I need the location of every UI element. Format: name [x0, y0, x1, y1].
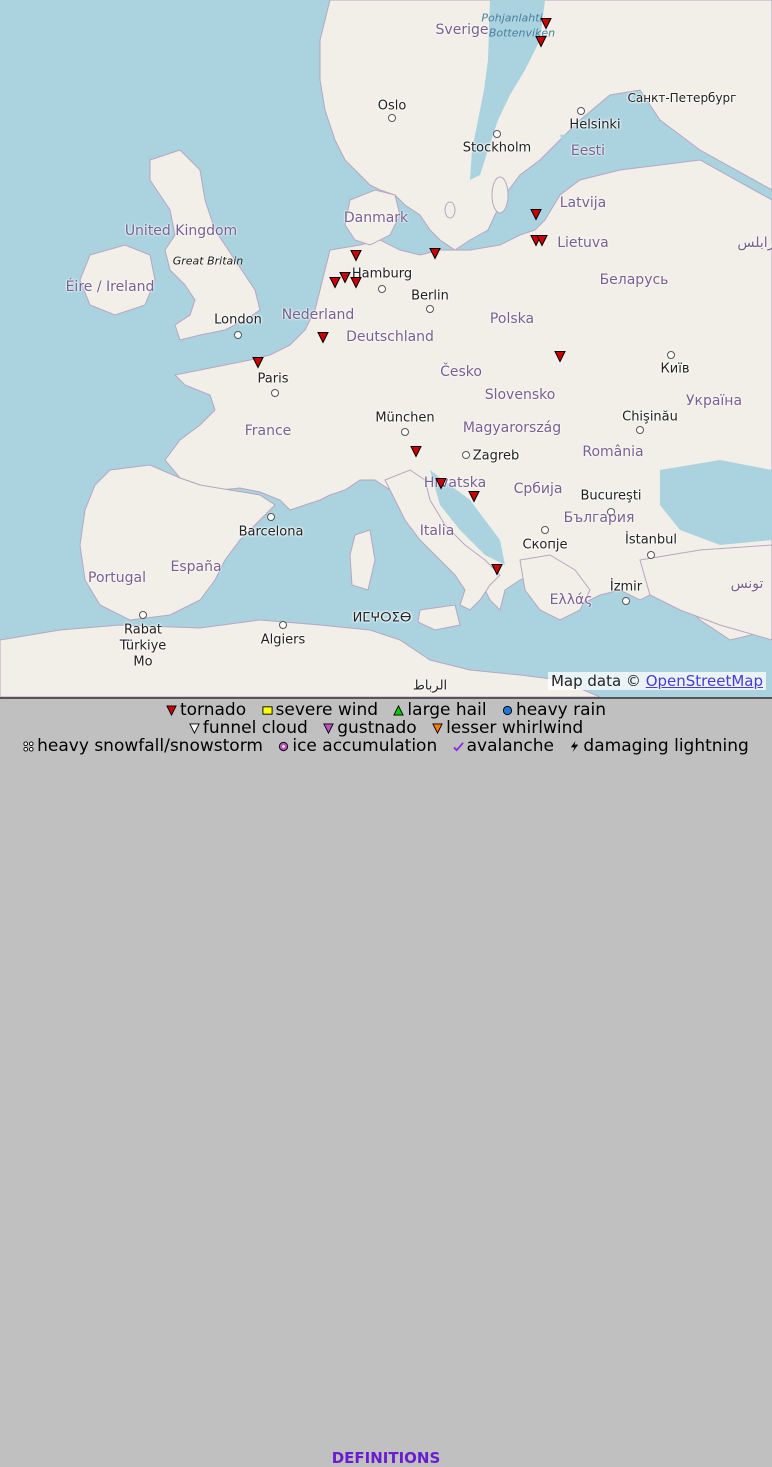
city-dot — [462, 451, 470, 459]
tornado-marker[interactable] — [317, 329, 329, 348]
legend-label: lesser whirlwind — [446, 718, 584, 738]
tornado-marker[interactable] — [530, 206, 542, 225]
legend-item-gustnado: gustnado — [323, 718, 417, 738]
snowflake-icon — [23, 740, 34, 752]
city-dot — [388, 114, 396, 122]
city-dot — [279, 621, 287, 629]
tornado-marker[interactable] — [468, 488, 480, 507]
map-attribution: Map data © OpenStreetMap — [547, 672, 766, 690]
legend-label: large hail — [407, 700, 487, 720]
legend-row-1: tornado severe wind large hail heavy rai… — [0, 701, 772, 719]
city-dot — [139, 611, 147, 619]
large-hail-icon — [393, 704, 405, 716]
legend-item-damaging-lightning: damaging lightning — [569, 736, 749, 756]
city-dot — [493, 130, 501, 138]
city-dot — [401, 428, 409, 436]
tornado-marker[interactable] — [329, 274, 341, 293]
heavy-rain-icon — [502, 705, 513, 715]
tornado-marker[interactable] — [410, 443, 422, 462]
city-dot — [426, 305, 434, 313]
legend-item-heavy-snowfall: heavy snowfall/snowstorm — [23, 737, 263, 755]
legend-label: damaging lightning — [583, 736, 749, 756]
tornado-marker[interactable] — [491, 561, 503, 580]
legend-item-funnel-cloud: funnel cloud — [189, 719, 308, 737]
tornado-marker[interactable] — [535, 33, 547, 52]
city-dot — [541, 526, 549, 534]
city-dot — [607, 508, 615, 516]
legend-row-3: heavy snowfall/snowstorm ice accumulatio… — [0, 737, 772, 755]
city-dot — [378, 285, 386, 293]
avalanche-icon — [452, 741, 464, 752]
tornado-marker[interactable] — [435, 475, 447, 494]
lightning-icon — [571, 740, 579, 752]
city-dot — [271, 389, 279, 397]
definitions-link[interactable]: DEFINITIONS — [0, 1451, 772, 1466]
map-basemap — [0, 0, 772, 697]
legend-label: heavy rain — [515, 700, 607, 720]
tornado-icon — [166, 704, 177, 716]
funnel-cloud-icon — [189, 722, 200, 734]
legend-label: gustnado — [337, 718, 417, 738]
legend-item-lesser-whirlwind: lesser whirlwind — [432, 719, 583, 737]
legend-row-2: funnel cloud gustnado lesser whirlwind — [0, 719, 772, 737]
tornado-marker[interactable] — [252, 354, 264, 373]
legend-item-large-hail: large hail — [393, 700, 487, 720]
ice-accumulation-icon — [279, 741, 289, 751]
attribution-text: Map data © — [550, 672, 646, 690]
city-dot — [636, 426, 644, 434]
map-view[interactable]: Oslo Stockholm Helsinki Санкт-Петербург … — [0, 0, 772, 697]
legend: tornado severe wind large hail heavy rai… — [0, 697, 772, 1466]
city-dot — [267, 513, 275, 521]
tornado-marker[interactable] — [350, 247, 362, 266]
legend-item-ice-accumulation: ice accumulation — [278, 737, 437, 755]
legend-item-heavy-rain: heavy rain — [502, 701, 606, 719]
city-dot — [647, 551, 655, 559]
gustnado-icon — [323, 722, 335, 734]
tornado-marker[interactable] — [540, 15, 552, 34]
legend-label: ice accumulation — [292, 736, 438, 756]
legend-label: severe wind — [275, 700, 379, 720]
severe-wind-icon — [261, 705, 273, 715]
city-dot — [577, 107, 585, 115]
tornado-marker[interactable] — [429, 245, 441, 264]
legend-item-tornado: tornado — [166, 701, 246, 719]
city-dot — [622, 597, 630, 605]
legend-label: tornado — [179, 700, 247, 720]
tornado-marker[interactable] — [350, 274, 362, 293]
legend-label: heavy snowfall/snowstorm — [37, 736, 263, 756]
legend-label: avalanche — [466, 736, 555, 756]
tornado-marker[interactable] — [536, 232, 548, 251]
legend-label: funnel cloud — [202, 718, 308, 738]
legend-item-severe-wind: severe wind — [261, 700, 379, 720]
openstreetmap-link[interactable]: OpenStreetMap — [646, 672, 763, 690]
city-dot — [234, 331, 242, 339]
tornado-marker[interactable] — [554, 348, 566, 367]
lesser-whirlwind-icon — [432, 722, 443, 734]
legend-item-avalanche: avalanche — [452, 736, 555, 756]
city-dot — [667, 351, 675, 359]
